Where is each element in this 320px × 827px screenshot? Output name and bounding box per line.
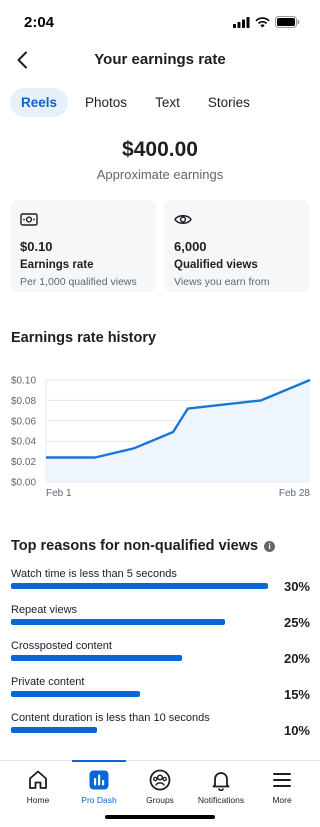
chart-y-tick-label: $0.06 — [11, 416, 36, 427]
pro-dash-icon — [89, 770, 109, 790]
chart-y-tick-label: $0.10 — [11, 376, 36, 387]
reasons-title: Top reasons for non-qualified views i — [11, 538, 276, 554]
nav-groups[interactable]: Groups — [130, 761, 190, 811]
reason-row: Crossposted content 20% — [11, 640, 311, 670]
reason-bar — [11, 691, 140, 697]
bell-icon — [212, 772, 230, 791]
earnings-label: Approximate earnings — [96, 167, 224, 182]
nav-pro-dash[interactable]: Pro Dash — [69, 761, 129, 811]
tab-reels[interactable]: Reels — [10, 88, 69, 117]
chart-y-tick-label: $0.00 — [11, 478, 36, 489]
nav-pro-dash-label: Pro Dash — [81, 795, 117, 805]
nav-more-label: More — [272, 795, 292, 805]
reason-percent: 15% — [283, 687, 310, 702]
battery-icon — [275, 16, 300, 28]
status-time: 2:04 — [24, 14, 55, 31]
content-type-tabs: Reels Photos Text Stories — [10, 88, 267, 117]
reason-bar — [11, 583, 268, 589]
earnings-rate-description: Per 1,000 qualified views — [20, 276, 137, 288]
chart-x-tick-label: Feb 28 — [279, 488, 311, 499]
reasons-title-text: Top reasons for non-qualified views — [11, 538, 259, 554]
status-bar: 2:04 — [0, 0, 320, 44]
chart-x-tick-label: Feb 1 — [46, 488, 72, 499]
reason-bar — [11, 655, 183, 661]
reason-label: Watch time is less than 5 seconds — [11, 568, 177, 580]
info-icon[interactable]: i — [264, 540, 276, 552]
home-icon — [29, 770, 47, 789]
earnings-rate-value: $0.10 — [20, 239, 53, 254]
reason-bar — [11, 619, 226, 625]
reason-label: Crossposted content — [11, 640, 112, 652]
reason-label: Repeat views — [11, 604, 78, 616]
nav-home[interactable]: Home — [8, 761, 68, 811]
bottom-nav: Home Pro Dash Groups Notifications More — [0, 760, 320, 827]
nav-home-label: Home — [26, 795, 50, 805]
reason-percent: 10% — [283, 723, 310, 738]
reason-percent: 20% — [283, 651, 310, 666]
nav-notifications[interactable]: Notifications — [191, 761, 251, 811]
wifi-icon — [255, 16, 270, 27]
reason-bar — [11, 727, 97, 733]
earnings-rate-label: Earnings rate — [20, 259, 94, 271]
qualified-views-label: Qualified views — [174, 259, 258, 271]
earnings-history-chart: $0.00 $0.02 $0.04 $0.06 $0.08 $0.10 Feb 1 Feb … — [11, 376, 311, 499]
chart-y-tick-label: $0.08 — [11, 396, 36, 407]
history-title: Earnings rate history — [11, 330, 157, 346]
chart-y-tick-label: $0.04 — [11, 437, 36, 448]
qualified-views-value: 6,000 — [174, 239, 207, 254]
groups-icon — [149, 769, 171, 791]
reason-row: Watch time is less than 5 seconds 30% — [11, 568, 311, 598]
tab-text[interactable]: Text — [144, 88, 191, 117]
status-icons — [233, 16, 300, 28]
eye-icon — [174, 211, 300, 227]
nav-notifications-label: Notifications — [197, 795, 245, 805]
header: Your earnings rate — [0, 44, 320, 76]
earnings-amount: $400.00 — [122, 138, 198, 161]
menu-icon — [273, 773, 291, 787]
money-icon — [20, 211, 146, 227]
reason-row: Repeat views 25% — [11, 604, 311, 634]
signal-icon — [233, 16, 250, 28]
reason-label: Content duration is less than 10 seconds — [11, 712, 210, 724]
nav-groups-label: Groups — [146, 795, 174, 805]
nav-more[interactable]: More — [252, 761, 312, 811]
page-title: Your earnings rate — [94, 51, 226, 68]
earnings-rate-card: $0.10 Earnings rate Per 1,000 qualified … — [10, 200, 156, 292]
tab-photos[interactable]: Photos — [74, 88, 138, 117]
reason-row: Content duration is less than 10 seconds… — [11, 712, 311, 742]
reason-percent: 25% — [283, 615, 310, 630]
reason-percent: 30% — [283, 579, 310, 594]
qualified-views-description: Views you earn from — [174, 276, 270, 288]
qualified-views-card: 6,000 Qualified views Views you earn fro… — [164, 200, 310, 292]
chart-y-tick-label: $0.02 — [11, 457, 36, 468]
reason-label: Private content — [11, 676, 85, 688]
reason-row: Private content 15% — [11, 676, 311, 706]
home-indicator — [105, 815, 215, 819]
tab-stories[interactable]: Stories — [197, 88, 261, 117]
